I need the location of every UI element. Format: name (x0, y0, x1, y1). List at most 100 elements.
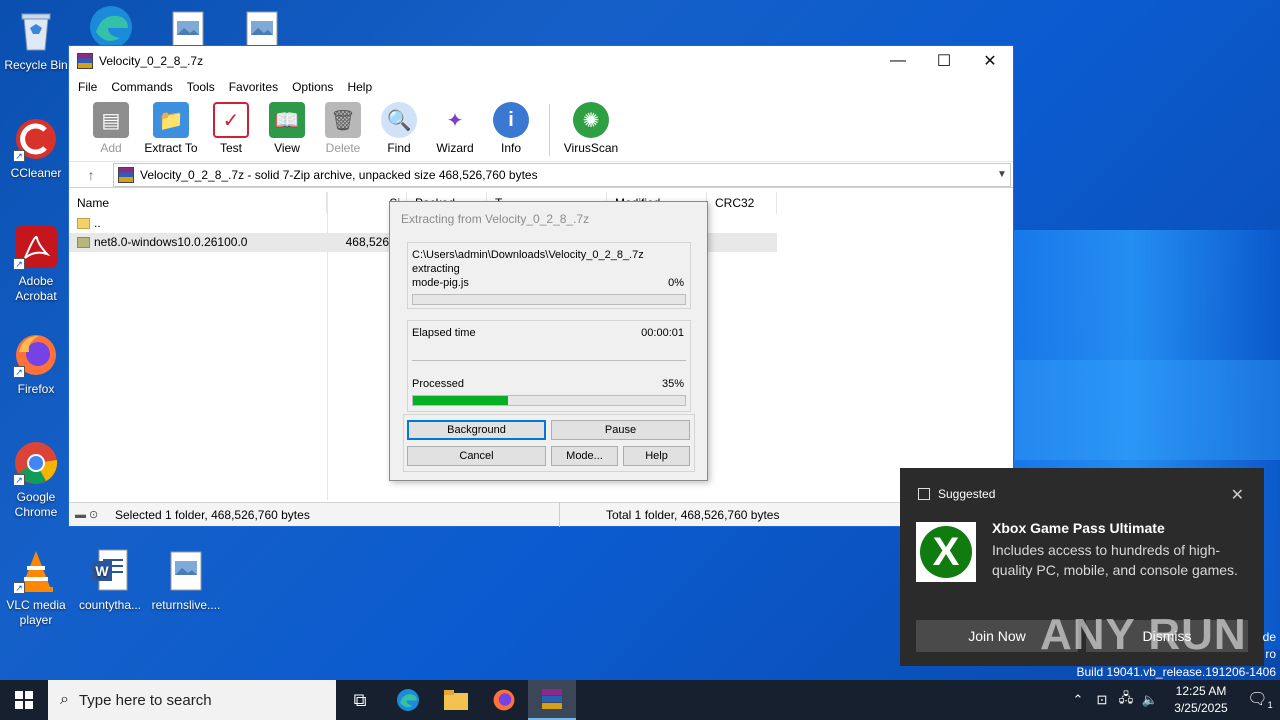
folder-up-icon (77, 218, 90, 229)
shortcut-arrow-icon: ↗ (13, 258, 25, 270)
search-placeholder: Type here to search (78, 691, 212, 709)
desktop-icon-word-file[interactable]: W countytha... (74, 548, 146, 613)
menu-help[interactable]: Help (340, 80, 379, 94)
desktop-icon-adobe-acrobat[interactable]: ↗ Adobe Acrobat (0, 224, 72, 304)
desktop-icon-label: CCleaner (10, 166, 62, 180)
toast-title: Xbox Game Pass Ultimate (992, 520, 1165, 536)
address-field[interactable]: Velocity_0_2_8_.7z - solid 7-Zip archive… (113, 162, 1011, 187)
network-icon[interactable]: 🖧 (1114, 689, 1138, 711)
delete-icon: 🗑 (325, 102, 361, 138)
view-icon: 📖 (269, 102, 305, 138)
processed-label: Processed (412, 378, 464, 390)
extract-icon: 📁 (153, 102, 189, 138)
test-icon: ✓ (213, 102, 249, 138)
chevron-down-icon[interactable]: ▼ (994, 169, 1010, 180)
wizard-button[interactable]: ✦ Wizard (427, 102, 483, 156)
clock-time: 12:25 AM (1175, 684, 1227, 698)
taskbar-firefox-icon[interactable] (480, 680, 528, 720)
shortcut-arrow-icon: ↗ (13, 474, 25, 486)
find-icon: 🔍 (381, 102, 417, 138)
word-document-icon: W (87, 548, 133, 594)
shortcut-arrow-icon: ↗ (13, 150, 25, 162)
vlc-icon: ↗ (13, 548, 59, 594)
toast-header: Suggested (918, 487, 995, 501)
view-button[interactable]: 📖 View (259, 102, 315, 155)
volume-icon[interactable]: 🔈 (1138, 692, 1162, 708)
add-button[interactable]: ▤ Add (83, 102, 139, 155)
desktop-edge-text: ro (1265, 647, 1276, 661)
test-button[interactable]: ✓ Test (203, 102, 259, 155)
network-adapter-icon[interactable]: ⊡ (1090, 692, 1114, 708)
desktop-icon-label: returnslive.... (151, 598, 221, 612)
winrar-icon (77, 53, 93, 69)
desktop-icon-vlc[interactable]: ↗ VLC media player (0, 548, 72, 628)
maximize-button[interactable]: ☐ (921, 46, 967, 76)
file-explorer-icon[interactable] (432, 680, 480, 720)
search-icon: ⌕ (60, 691, 69, 708)
elapsed-value: 00:00:01 (641, 327, 684, 339)
status-left: Selected 1 folder, 468,526,760 bytes (109, 502, 560, 527)
folder-icon (77, 237, 90, 248)
desktop-edge-text: de (1262, 630, 1276, 644)
taskbar-search[interactable]: ⌕ Type here to search (48, 680, 336, 720)
info-button[interactable]: i Info (483, 102, 539, 155)
minimize-button[interactable]: — (875, 46, 921, 76)
chevron-up-icon[interactable]: ⌃ (1066, 692, 1090, 708)
action-label: extracting (412, 263, 460, 275)
cancel-button[interactable]: Cancel (407, 446, 546, 466)
menu-favorites[interactable]: Favorites (222, 80, 285, 94)
task-view-icon[interactable]: ⧉ (336, 680, 384, 720)
window-title: Velocity_0_2_8_.7z (99, 54, 204, 68)
menu-tools[interactable]: Tools (180, 80, 222, 94)
image-file-icon (163, 548, 209, 594)
menu-commands[interactable]: Commands (104, 80, 179, 94)
menu-file[interactable]: File (71, 80, 104, 94)
xbox-icon: X (916, 522, 976, 582)
desktop-icon-label: Adobe Acrobat (15, 274, 57, 303)
column-crc32[interactable]: CRC32 (707, 192, 777, 214)
current-file-group: C:\Users\admin\Downloads\Velocity_0_2_8_… (407, 242, 691, 309)
processed-progress-bar (412, 395, 686, 406)
virusscan-icon: ✺ (573, 102, 609, 138)
chrome-icon: ↗ (13, 440, 59, 486)
file-progress-bar (412, 294, 686, 305)
file-name: net8.0-windows10.0.26100.0 (94, 235, 248, 249)
help-button[interactable]: Help (623, 446, 690, 466)
current-file-name: mode-pig.js (412, 277, 469, 289)
toolbar: ▤ Add 📁 Extract To ✓ Test 📖 View 🗑 Delet… (69, 98, 1013, 162)
up-arrow-icon[interactable]: ↑ (69, 167, 113, 183)
delete-button[interactable]: 🗑 Delete (315, 102, 371, 155)
toast-header-label: Suggested (938, 487, 996, 501)
desktop-icon-label: Recycle Bin (4, 58, 68, 72)
menu-bar: File Commands Tools Favorites Options He… (69, 76, 1013, 98)
menu-options[interactable]: Options (285, 80, 340, 94)
archive-path: C:\Users\admin\Downloads\Velocity_0_2_8_… (412, 249, 644, 261)
adobe-acrobat-icon: ↗ (13, 224, 59, 270)
taskbar-edge-icon[interactable] (384, 680, 432, 720)
desktop-icon-label: Firefox (17, 382, 55, 396)
overall-group: Elapsed time 00:00:01 Processed 35% (407, 320, 691, 412)
close-button[interactable]: ✕ (967, 46, 1013, 76)
pause-button[interactable]: Pause (551, 420, 690, 440)
virusscan-button[interactable]: ✺ VirusScan (560, 102, 622, 155)
desktop-icon-google-chrome[interactable]: ↗ Google Chrome (0, 440, 72, 520)
action-center-icon[interactable]: 🗨1 (1240, 689, 1280, 710)
mode-button[interactable]: Mode... (551, 446, 618, 466)
column-name[interactable]: Name (69, 192, 327, 214)
file-percent: 0% (668, 277, 684, 289)
taskbar-winrar-icon[interactable] (528, 680, 576, 720)
desktop-icon-image-file-3[interactable]: returnslive.... (150, 548, 222, 613)
title-bar[interactable]: Velocity_0_2_8_.7z — ☐ ✕ (69, 46, 1013, 76)
desktop-icon-ccleaner[interactable]: ↗ CCleaner (0, 116, 72, 181)
clock[interactable]: 12:25 AM 3/25/2025 (1162, 683, 1240, 717)
start-button[interactable] (0, 680, 48, 720)
desktop-icon-firefox[interactable]: ↗ Firefox (0, 332, 72, 397)
background-button[interactable]: Background (407, 420, 546, 440)
desktop-icon-recycle-bin[interactable]: Recycle Bin (0, 8, 72, 73)
extract-to-button[interactable]: 📁 Extract To (139, 102, 203, 155)
toast-close-icon[interactable]: ✕ (1231, 485, 1244, 505)
add-icon: ▤ (93, 102, 129, 138)
dialog-title: Extracting from Velocity_0_2_8_.7z (401, 212, 590, 226)
ccleaner-icon: ↗ (13, 116, 59, 162)
find-button[interactable]: 🔍 Find (371, 102, 427, 155)
